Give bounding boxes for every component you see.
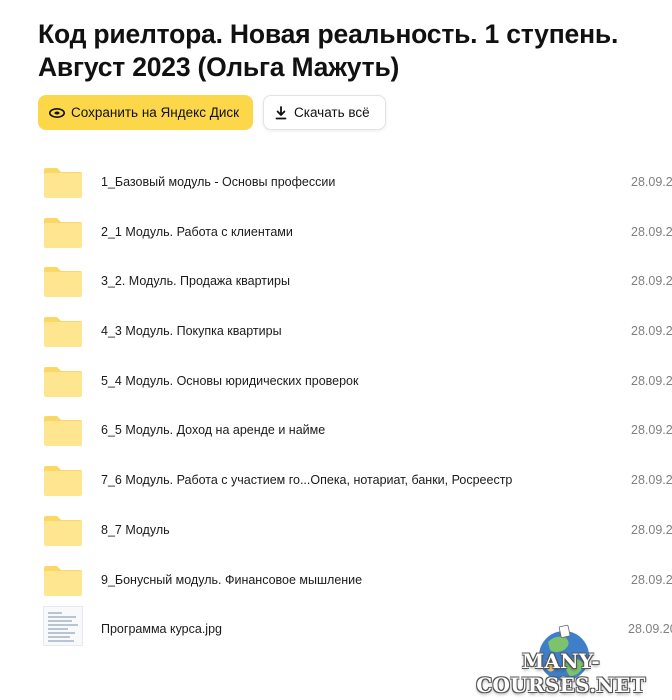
file-name: Программа курса.jpg	[101, 622, 222, 637]
file-list-item[interactable]: 6_5 Модуль. Доход на аренде и найме 28.0…	[0, 405, 672, 455]
file-list-item[interactable]: 5_4 Модуль. Основы юридических проверок …	[0, 356, 672, 406]
file-list-item[interactable]: 1_Базовый модуль - Основы профессии 28.0…	[0, 157, 672, 207]
file-name: 2_1 Модуль. Работа с клиентами	[101, 224, 293, 239]
file-date: 28.09.2	[631, 324, 672, 339]
image-thumbnail	[43, 606, 83, 647]
file-date: 28.09.2	[631, 522, 672, 537]
folder-icon	[44, 317, 82, 348]
file-date: 28.09.2	[631, 473, 672, 488]
file-name: 1_Базовый модуль - Основы профессии	[101, 175, 336, 189]
file-name: 6_5 Модуль. Доход на аренде и найме	[101, 423, 326, 438]
file-name: 4_3 Модуль. Покупка квартиры	[101, 324, 282, 339]
file-date: 28.09.2	[631, 572, 672, 587]
watermark-text: MANY-COURSES.NET	[476, 649, 646, 697]
file-list: 1_Базовый модуль - Основы профессии 28.0…	[0, 157, 672, 654]
file-name: 9_Бонусный модуль. Финансовое мышление	[101, 572, 363, 587]
disk-logo-icon	[49, 107, 65, 118]
page-title: Код риелтора. Новая реальность. 1 ступен…	[38, 18, 668, 84]
save-to-disk-label: Сохранить на Яндекс Диск	[71, 105, 240, 120]
folder-icon	[44, 466, 82, 497]
folder-icon	[44, 416, 82, 447]
folder-icon	[44, 168, 82, 198]
file-date: 28.09.2	[631, 423, 672, 438]
folder-icon	[44, 217, 82, 248]
file-date: 28.09.2	[631, 175, 672, 189]
download-all-label: Скачать всё	[294, 105, 370, 120]
file-name: 8_7 Модуль	[101, 522, 170, 537]
file-date: 28.09.2	[631, 274, 672, 289]
folder-icon	[44, 565, 82, 596]
folder-icon	[44, 366, 82, 397]
file-list-item[interactable]: 4_3 Модуль. Покупка квартиры 28.09.2	[0, 306, 672, 356]
page-title-line-1: Код риелтора. Новая реальность. 1 ступен…	[38, 19, 619, 49]
file-name: 3_2. Модуль. Продажа квартиры	[101, 274, 290, 289]
file-list-item[interactable]: 9_Бонусный модуль. Финансовое мышление 2…	[0, 555, 672, 605]
file-list-item[interactable]: 2_1 Модуль. Работа с клиентами 28.09.2	[0, 207, 672, 257]
watermark: MANY-COURSES.NET	[454, 620, 668, 697]
file-list-item[interactable]: 7_6 Модуль. Работа с участием го...Опека…	[0, 455, 672, 505]
file-name: 7_6 Модуль. Работа с участием го...Опека…	[101, 473, 513, 488]
download-all-button[interactable]: Скачать всё	[263, 95, 386, 130]
download-icon	[275, 105, 287, 119]
file-list-item[interactable]: 8_7 Модуль 28.09.2	[0, 505, 672, 555]
file-date: 28.09.2	[631, 224, 672, 239]
file-list-item[interactable]: 3_2. Модуль. Продажа квартиры 28.09.2	[0, 256, 672, 306]
file-name: 5_4 Модуль. Основы юридических проверок	[101, 373, 359, 388]
file-date: 28.09.2	[631, 373, 672, 388]
page-title-line-2: Август 2023 (Ольга Мажуть)	[38, 52, 400, 82]
folder-icon	[44, 267, 82, 298]
save-to-disk-button[interactable]: Сохранить на Яндекс Диск	[38, 95, 253, 130]
folder-icon	[44, 515, 82, 546]
